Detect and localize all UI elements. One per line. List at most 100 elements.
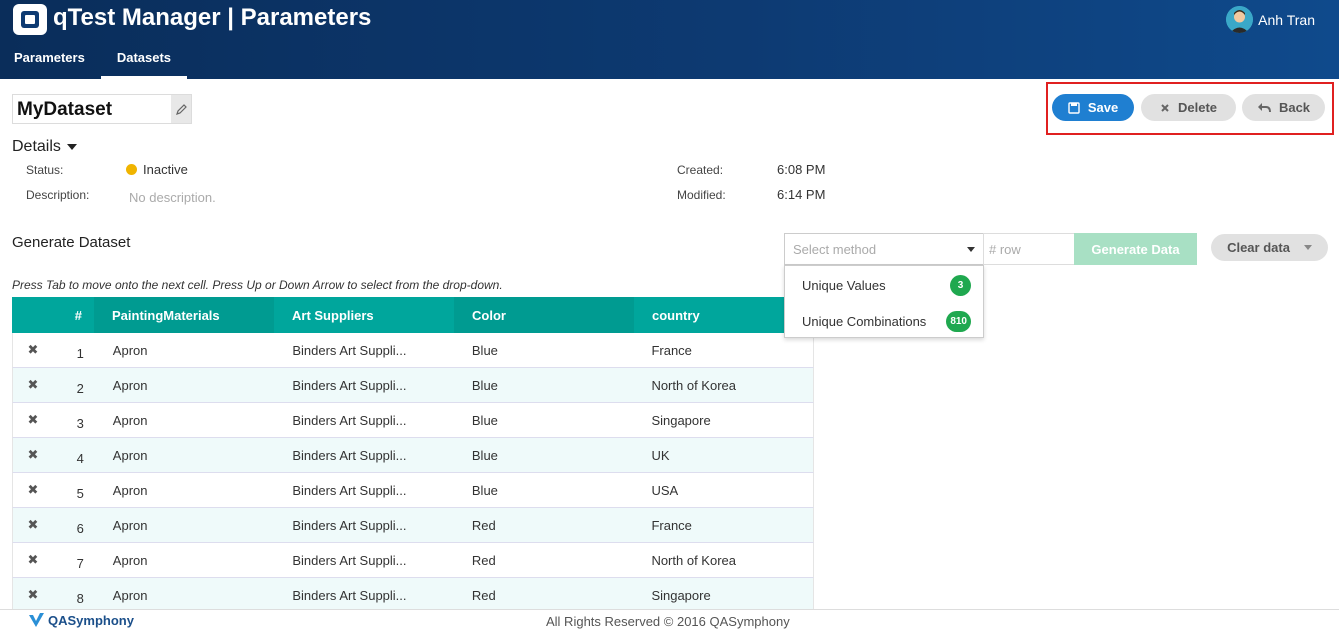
table-cell[interactable]: Binders Art Suppli... xyxy=(274,578,454,612)
qtest-logo-icon xyxy=(13,4,47,35)
table-cell[interactable]: Binders Art Suppli... xyxy=(274,543,454,577)
row-number: 6 xyxy=(76,520,84,536)
app-header: qTest Manager | Parameters Anh Tran Para… xyxy=(0,0,1339,79)
table-cell[interactable]: Apron xyxy=(95,578,275,612)
column-header-art-suppliers[interactable]: Art Suppliers xyxy=(274,297,454,333)
menu-item-unique-values[interactable]: Unique Values 3 xyxy=(785,267,983,303)
delete-button[interactable]: Delete xyxy=(1141,94,1236,121)
tab-datasets[interactable]: Datasets xyxy=(100,44,188,79)
table-cell[interactable]: Blue xyxy=(454,438,634,472)
table-cell[interactable]: Binders Art Suppli... xyxy=(274,438,454,472)
row-count-input[interactable]: # row xyxy=(983,233,1075,265)
avatar xyxy=(1226,6,1254,33)
user-avatar-icon xyxy=(1226,6,1254,33)
keyboard-hint: Press Tab to move onto the next cell. Pr… xyxy=(12,278,503,292)
chevron-down-icon xyxy=(1303,245,1312,250)
table-cell[interactable]: Binders Art Suppli... xyxy=(274,508,454,542)
table-row: ✖ 6 Apron Binders Art Suppli... Red France xyxy=(12,508,814,543)
table-row: ✖ 3 Apron Binders Art Suppli... Blue Singapor… xyxy=(12,403,814,438)
table-cell[interactable]: Blue xyxy=(454,368,634,402)
table-cell[interactable]: Apron xyxy=(95,473,275,507)
table-cell[interactable]: North of Korea xyxy=(633,543,813,577)
table-header: # PaintingMaterials Art Suppliers Color … xyxy=(12,297,814,333)
delete-row-icon[interactable]: ✖ xyxy=(13,473,53,507)
column-header-painting-materials[interactable]: PaintingMaterials xyxy=(94,297,274,333)
table-cell[interactable]: North of Korea xyxy=(633,368,813,402)
table-cell[interactable]: Blue xyxy=(454,403,634,437)
tab-parameters[interactable]: Parameters xyxy=(0,44,101,79)
row-number: 3 xyxy=(76,415,84,431)
table-row: ✖ 8 Apron Binders Art Suppli... Red Singapore xyxy=(12,578,814,613)
user-menu[interactable]: Anh Tran xyxy=(1226,6,1315,33)
table-row: ✖ 5 Apron Binders Art Suppli... Blue USA xyxy=(12,473,814,508)
delete-row-icon[interactable]: ✖ xyxy=(13,333,53,367)
delete-row-icon[interactable]: ✖ xyxy=(13,508,53,542)
delete-row-icon[interactable]: ✖ xyxy=(13,368,53,402)
edit-name-button[interactable] xyxy=(171,95,191,123)
footer-brand: QASymphony xyxy=(28,612,134,628)
table-cell[interactable]: Singapore xyxy=(633,403,813,437)
delete-row-icon[interactable]: ✖ xyxy=(13,543,53,577)
menu-item-label: Unique Combinations xyxy=(802,313,927,329)
table-cell[interactable]: Red xyxy=(454,578,634,612)
menu-item-unique-combinations[interactable]: Unique Combinations 810 xyxy=(785,303,983,339)
dataset-name[interactable]: MyDataset xyxy=(13,95,171,123)
back-button[interactable]: Back xyxy=(1242,94,1325,121)
floppy-disk-icon xyxy=(1068,101,1080,114)
app-title: qTest Manager | Parameters xyxy=(53,4,372,31)
table-cell[interactable]: Binders Art Suppli... xyxy=(274,403,454,437)
column-header-number: # xyxy=(12,297,94,333)
table-cell[interactable]: Blue xyxy=(454,333,634,367)
delete-label: Delete xyxy=(1177,100,1218,115)
status-label: Status: xyxy=(26,163,64,177)
table-cell[interactable]: Binders Art Suppli... xyxy=(274,333,454,367)
table-cell[interactable]: Red xyxy=(454,508,634,542)
details-toggle[interactable]: Details xyxy=(12,138,77,156)
details-title: Details xyxy=(12,138,61,155)
dataset-name-field[interactable]: MyDataset xyxy=(12,94,192,124)
delete-row-icon[interactable]: ✖ xyxy=(13,403,53,437)
table-cell[interactable]: USA xyxy=(633,473,813,507)
delete-row-icon[interactable]: ✖ xyxy=(13,578,53,612)
table-cell[interactable]: France xyxy=(633,508,813,542)
table-row: ✖ 1 Apron Binders Art Suppli... Blue France xyxy=(12,333,814,368)
method-select[interactable]: Select method xyxy=(784,233,984,265)
modified-label: Modified: xyxy=(677,188,726,202)
table-row: ✖ 2 Apron Binders Art Suppli... Blue North of… xyxy=(12,368,814,403)
delete-row-icon[interactable]: ✖ xyxy=(13,438,53,472)
column-header-color[interactable]: Color xyxy=(454,297,634,333)
row-placeholder: # row xyxy=(989,241,1021,257)
description-value[interactable]: No description. xyxy=(129,190,216,205)
description-label: Description: xyxy=(26,188,90,202)
method-dropdown-menu: Unique Values 3 Unique Combinations 810 xyxy=(784,265,984,338)
table-cell[interactable]: Binders Art Suppli... xyxy=(274,368,454,402)
table-cell[interactable]: Singapore xyxy=(633,578,813,612)
table-cell[interactable]: Apron xyxy=(95,403,275,437)
table-cell[interactable]: Apron xyxy=(95,543,275,577)
row-number: 8 xyxy=(76,590,84,606)
table-cell[interactable]: Apron xyxy=(95,368,275,402)
chevron-down-icon xyxy=(66,144,77,150)
generate-title: Generate Dataset xyxy=(12,234,131,251)
close-icon xyxy=(1161,103,1169,112)
nav-tabs: Parameters Datasets xyxy=(0,44,188,79)
clear-data-button[interactable]: Clear data xyxy=(1211,234,1328,261)
dataset-table: # PaintingMaterials Art Suppliers Color … xyxy=(12,297,814,613)
table-cell[interactable]: Apron xyxy=(95,508,275,542)
table-cell[interactable]: Red xyxy=(454,543,634,577)
row-number: 5 xyxy=(76,485,84,501)
created-label: Created: xyxy=(677,163,724,177)
table-cell[interactable]: UK xyxy=(633,438,813,472)
save-button[interactable]: Save xyxy=(1052,94,1134,121)
back-label: Back xyxy=(1278,100,1311,115)
clear-label: Clear data xyxy=(1227,240,1290,255)
table-cell[interactable]: Binders Art Suppli... xyxy=(274,473,454,507)
user-name: Anh Tran xyxy=(1258,11,1315,28)
table-cell[interactable]: Apron xyxy=(95,438,275,472)
row-number: 1 xyxy=(76,345,84,361)
generate-data-button[interactable]: Generate Data xyxy=(1074,233,1197,265)
count-badge: 3 xyxy=(950,274,971,296)
table-cell[interactable]: Apron xyxy=(95,333,275,367)
row-number: 7 xyxy=(76,555,84,571)
table-cell[interactable]: Blue xyxy=(454,473,634,507)
